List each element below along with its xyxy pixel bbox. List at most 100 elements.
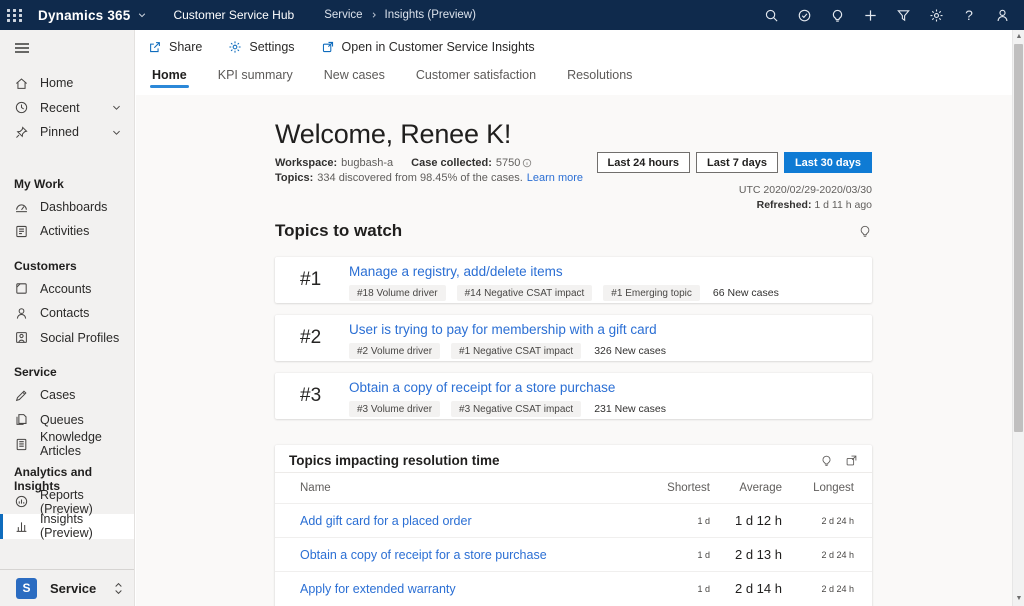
sidebar-item-recent[interactable]: Recent bbox=[0, 96, 134, 121]
topic-rank: #3 bbox=[300, 380, 349, 407]
topic-name-link[interactable]: Apply for extended warranty bbox=[300, 582, 638, 596]
table-row: Obtain a copy of receipt for a store pur… bbox=[275, 537, 872, 571]
hamburger-menu-icon[interactable] bbox=[0, 30, 134, 63]
open-in-csi-button[interactable]: Open in Customer Service Insights bbox=[321, 40, 535, 54]
sidebar-item-dashboards[interactable]: Dashboards bbox=[0, 195, 134, 220]
badge-volume-driver: #2 Volume driver bbox=[349, 343, 440, 359]
breadcrumb-page[interactable]: Insights (Preview) bbox=[385, 9, 476, 21]
home-icon bbox=[14, 76, 29, 91]
badge-volume-driver: #3 Volume driver bbox=[349, 401, 440, 417]
search-icon[interactable] bbox=[761, 5, 781, 25]
shortest-value: 1 d bbox=[638, 550, 710, 560]
chevron-down-icon[interactable] bbox=[111, 102, 122, 113]
workspace-label: Workspace: bbox=[275, 157, 337, 169]
person-icon[interactable] bbox=[992, 5, 1012, 25]
tab-customer-satisfaction[interactable]: Customer satisfaction bbox=[416, 63, 536, 88]
sidebar-item-label: Knowledge Articles bbox=[40, 430, 134, 458]
social-profiles-icon bbox=[14, 330, 29, 345]
lightbulb-icon[interactable] bbox=[827, 5, 847, 25]
longest-value: 2 d 24 h bbox=[782, 584, 854, 594]
vertical-scrollbar[interactable]: ▲ ▼ bbox=[1012, 30, 1024, 606]
sidebar-item-cases[interactable]: Cases bbox=[0, 383, 134, 408]
resolution-time-card: Topics impacting resolution time Name bbox=[275, 445, 872, 606]
topic-badges: #2 Volume driver #1 Negative CSAT impact… bbox=[349, 343, 872, 359]
filter-icon[interactable] bbox=[893, 5, 913, 25]
insights-icon bbox=[14, 519, 29, 534]
badge-emerging-topic: #1 Emerging topic bbox=[603, 285, 700, 301]
plus-icon[interactable] bbox=[860, 5, 880, 25]
lightbulb-icon[interactable] bbox=[820, 454, 833, 467]
column-shortest[interactable]: Shortest bbox=[638, 482, 710, 494]
scrollbar-thumb[interactable] bbox=[1014, 44, 1023, 432]
date-range-block: Last 24 hours Last 7 days Last 30 days U… bbox=[597, 152, 873, 211]
sidebar-item-queues[interactable]: Queues bbox=[0, 408, 134, 433]
share-button[interactable]: Share bbox=[148, 40, 202, 54]
sidebar-item-home[interactable]: Home bbox=[0, 71, 134, 96]
scroll-down-arrow-icon[interactable]: ▼ bbox=[1015, 595, 1023, 603]
topics-label: Topics: bbox=[275, 172, 313, 184]
share-label: Share bbox=[169, 40, 202, 54]
contacts-icon bbox=[14, 306, 29, 321]
knowledge-articles-icon bbox=[14, 437, 29, 452]
sidebar-item-activities[interactable]: Activities bbox=[0, 219, 134, 244]
topic-title-link[interactable]: Obtain a copy of receipt for a store pur… bbox=[349, 380, 872, 395]
popout-icon[interactable] bbox=[845, 454, 858, 467]
sidebar-item-social-profiles[interactable]: Social Profiles bbox=[0, 326, 134, 351]
external-link-icon bbox=[321, 40, 335, 54]
learn-more-link[interactable]: Learn more bbox=[527, 172, 583, 184]
tab-home[interactable]: Home bbox=[152, 63, 187, 88]
topic-name-link[interactable]: Obtain a copy of receipt for a store pur… bbox=[300, 548, 638, 562]
sidebar-item-label: Insights (Preview) bbox=[40, 512, 134, 540]
tab-resolutions[interactable]: Resolutions bbox=[567, 63, 632, 88]
sidebar-item-knowledge-articles[interactable]: Knowledge Articles bbox=[0, 432, 134, 457]
shortest-value: 1 d bbox=[638, 584, 710, 594]
pin-icon bbox=[14, 125, 29, 140]
tab-kpi-summary[interactable]: KPI summary bbox=[218, 63, 293, 88]
sidebar-item-insights-preview[interactable]: Insights (Preview) bbox=[0, 514, 134, 539]
sidebar-item-pinned[interactable]: Pinned bbox=[0, 120, 134, 145]
area-tile: S bbox=[16, 578, 37, 599]
sidebar-item-label: Social Profiles bbox=[40, 331, 119, 345]
app-launcher-waffle-icon[interactable] bbox=[0, 0, 30, 30]
help-icon[interactable]: ? bbox=[959, 5, 979, 25]
area-switcher[interactable]: S Service bbox=[0, 569, 134, 606]
brand-title[interactable]: Dynamics 365 bbox=[38, 8, 130, 23]
topic-title-link[interactable]: User is trying to pay for membership wit… bbox=[349, 322, 872, 337]
breadcrumb-section[interactable]: Service bbox=[324, 9, 362, 21]
info-icon[interactable] bbox=[522, 158, 532, 168]
reports-icon bbox=[14, 494, 29, 509]
last-30-days-button[interactable]: Last 30 days bbox=[784, 152, 872, 173]
column-name[interactable]: Name bbox=[300, 482, 638, 494]
sidebar-item-reports-preview[interactable]: Reports (Preview) bbox=[0, 490, 134, 515]
tab-new-cases[interactable]: New cases bbox=[324, 63, 385, 88]
gear-icon[interactable] bbox=[926, 5, 946, 25]
column-average[interactable]: Average bbox=[710, 482, 782, 494]
checkmark-circle-icon[interactable] bbox=[794, 5, 814, 25]
app-name[interactable]: Customer Service Hub bbox=[173, 8, 294, 22]
longest-value: 2 d 24 h bbox=[782, 516, 854, 526]
topic-title-link[interactable]: Manage a registry, add/delete items bbox=[349, 264, 872, 279]
accounts-icon bbox=[14, 281, 29, 296]
table-row: Add gift card for a placed order 1 d 1 d… bbox=[275, 503, 872, 537]
topics-to-watch-header: Topics to watch bbox=[275, 221, 872, 241]
scroll-up-arrow-icon[interactable]: ▲ bbox=[1015, 33, 1023, 41]
topic-badges: #18 Volume driver #14 Negative CSAT impa… bbox=[349, 285, 872, 301]
chevron-down-icon[interactable] bbox=[111, 127, 122, 138]
last-7-days-button[interactable]: Last 7 days bbox=[696, 152, 778, 173]
sidebar-item-accounts[interactable]: Accounts bbox=[0, 277, 134, 302]
gear-icon bbox=[228, 40, 242, 54]
column-longest[interactable]: Longest bbox=[782, 482, 854, 494]
top-navigation-bar: Dynamics 365 Customer Service Hub Servic… bbox=[0, 0, 1024, 30]
chevron-down-icon[interactable] bbox=[137, 10, 147, 20]
sidebar-item-label: Home bbox=[40, 76, 73, 90]
sidebar-section-analytics-and-insights: Analytics and Insights bbox=[0, 468, 134, 490]
sidebar-item-contacts[interactable]: Contacts bbox=[0, 301, 134, 326]
dashboard-icon bbox=[14, 199, 29, 214]
settings-button[interactable]: Settings bbox=[228, 40, 294, 54]
topic-rank: #2 bbox=[300, 322, 349, 349]
topic-badges: #3 Volume driver #3 Negative CSAT impact… bbox=[349, 401, 872, 417]
last-24-hours-button[interactable]: Last 24 hours bbox=[597, 152, 691, 173]
topic-name-link[interactable]: Add gift card for a placed order bbox=[300, 514, 638, 528]
chevron-right-icon bbox=[370, 11, 378, 19]
lightbulb-icon[interactable] bbox=[858, 224, 872, 238]
